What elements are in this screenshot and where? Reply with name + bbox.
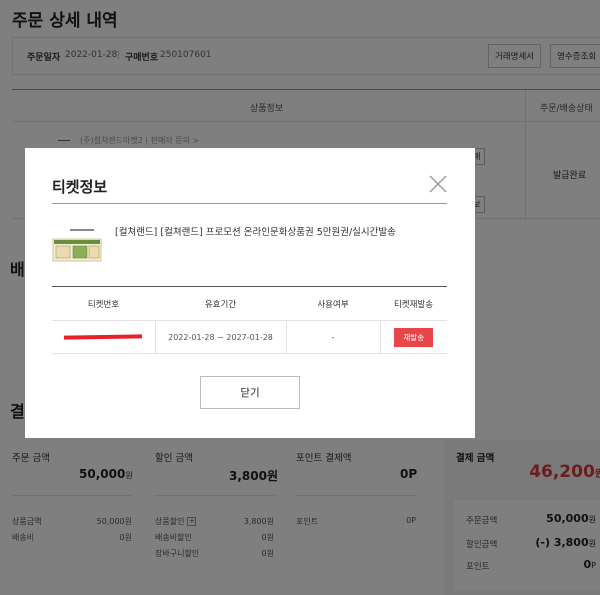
modal-divider bbox=[52, 203, 447, 204]
ticket-info-modal: 티켓정보 [컬쳐랜드] [컬쳐랜드] 프로모션 온라인문화상품권 5만원권/실시… bbox=[25, 148, 475, 438]
col-resend: 티켓재발송 bbox=[380, 286, 447, 321]
ticket-table: 티켓번호 유효기간 사용여부 티켓재발송 2022-01-28 ~ 2027-0… bbox=[52, 286, 447, 354]
col-ticket-number: 티켓번호 bbox=[52, 286, 155, 321]
col-usage: 사용여부 bbox=[286, 286, 380, 321]
ticket-validity: 2022-01-28 ~ 2027-01-28 bbox=[154, 320, 286, 354]
resend-button[interactable]: 재발송 bbox=[394, 327, 434, 347]
gift-card-thumbnail bbox=[52, 225, 102, 270]
table-row: 2022-01-28 ~ 2027-01-28 - 재발송 bbox=[52, 320, 447, 354]
close-button[interactable]: 닫기 bbox=[200, 376, 300, 409]
col-validity: 유효기간 bbox=[155, 286, 286, 321]
ticket-number-redacted bbox=[52, 320, 155, 354]
product-name: [컬쳐랜드] [컬쳐랜드] 프로모션 온라인문화상품권 5만원권/실시간발송 bbox=[115, 227, 396, 238]
modal-title: 티켓정보 bbox=[52, 178, 108, 196]
ticket-resend-cell: 재발송 bbox=[379, 320, 447, 354]
close-icon[interactable] bbox=[427, 173, 449, 195]
redaction-mark bbox=[64, 334, 143, 340]
ticket-usage: - bbox=[285, 320, 380, 354]
ticket-table-header: 티켓번호 유효기간 사용여부 티켓재발송 bbox=[52, 286, 447, 321]
